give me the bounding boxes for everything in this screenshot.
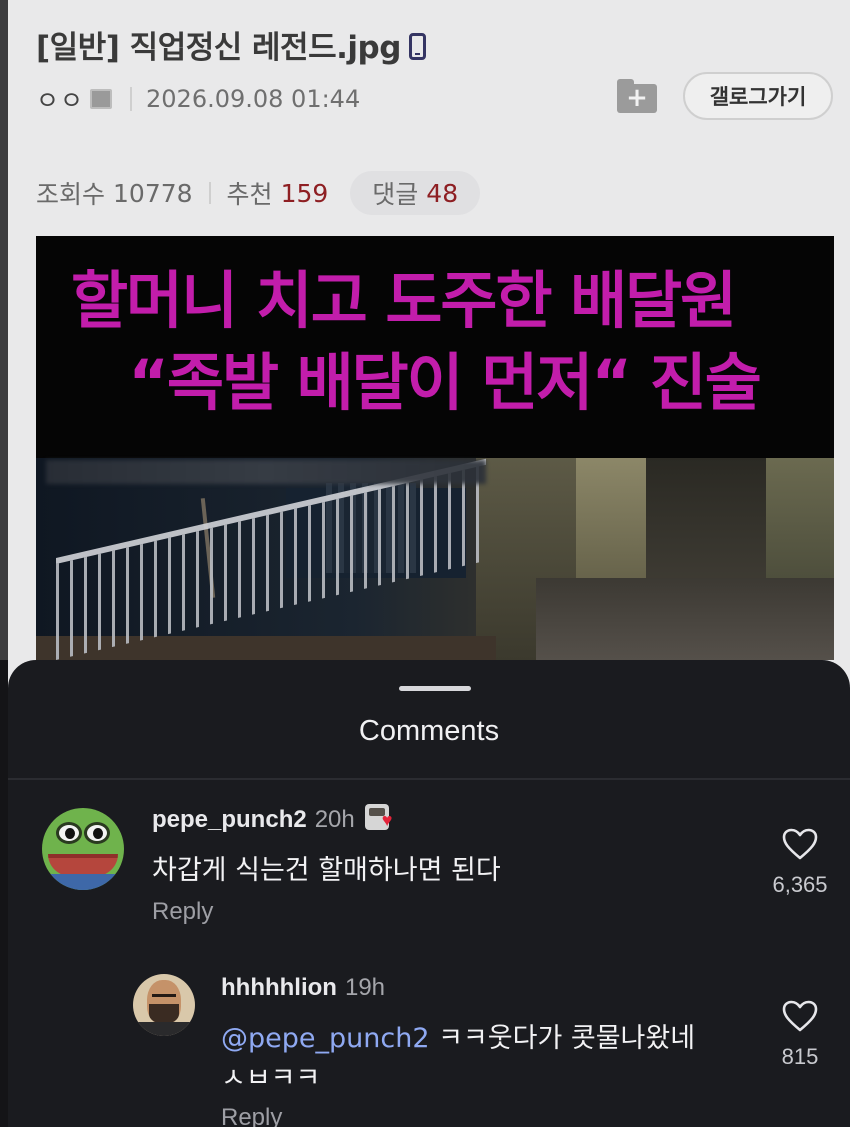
post-meta: ㅇㅇ 2026.09.08 01:44 bbox=[36, 80, 360, 118]
cctv-street bbox=[536, 578, 834, 660]
like-count: 6,365 bbox=[772, 872, 828, 897]
avatar-mouth bbox=[48, 854, 118, 876]
avatar-pepe[interactable] bbox=[42, 808, 124, 890]
views-label: 조회수 bbox=[36, 180, 106, 209]
headline-line-1: 할머니 치고 도주한 배달원 bbox=[71, 264, 737, 337]
comments-count: 48 bbox=[426, 178, 459, 208]
reply-time: 19h bbox=[344, 974, 386, 1001]
meta-divider bbox=[130, 87, 133, 111]
mention-link[interactable]: @pepe_punch2 bbox=[221, 1023, 430, 1054]
comment-username[interactable]: pepe_punch2 20h ♥ bbox=[152, 804, 393, 834]
avatar-eye bbox=[56, 822, 82, 844]
like-heart-icon[interactable] bbox=[782, 828, 818, 860]
like-heart-icon[interactable] bbox=[782, 1000, 818, 1032]
avatar-beard bbox=[149, 1004, 179, 1024]
stats-divider bbox=[208, 182, 211, 204]
post-title: [일반] 직업정신 레전드.jpg bbox=[36, 22, 426, 67]
avatar-eyes bbox=[152, 994, 176, 999]
cctv-railing bbox=[56, 458, 486, 660]
sheet-drag-handle[interactable] bbox=[399, 686, 471, 691]
post-title-text: [일반] 직업정신 레전드.jpg bbox=[36, 30, 401, 66]
views-count: 10778 bbox=[113, 178, 193, 208]
gallog-button[interactable]: 갤로그가기 bbox=[683, 72, 833, 120]
reply-username-text: hhhhhlion bbox=[221, 974, 337, 1001]
folder-plus-icon: + bbox=[617, 84, 657, 113]
news-headline-banner: 할머니 치고 도주한 배달원 “족발 배달이 먼저“ 진술 bbox=[36, 236, 834, 458]
avatar-hhhhhlion[interactable] bbox=[133, 974, 195, 1036]
comments-sheet: Comments pepe_punch2 20h ♥ 차갑게 식는건 할매하나면 된… bbox=[8, 660, 850, 1127]
recommend-label: 추천 bbox=[226, 180, 273, 209]
headline-line-2: “족발 배달이 먼저“ 진술 bbox=[128, 346, 762, 419]
cctv-footage bbox=[36, 458, 834, 660]
sheet-divider bbox=[8, 778, 850, 780]
add-to-folder-button[interactable]: + bbox=[617, 79, 657, 113]
sheet-title: Comments bbox=[358, 715, 500, 747]
reply-text-line-2: ㅅㅂㅋㅋ bbox=[221, 1063, 321, 1094]
reply-text: ㅋㅋ웃다가 콧물나왔네 bbox=[438, 1023, 696, 1054]
recommend-count: 159 bbox=[280, 178, 329, 208]
comment-text: 차갑게 식는건 할매하나면 된다 bbox=[152, 855, 501, 886]
cctv-blurred-overlay bbox=[46, 460, 486, 484]
member-badge-icon bbox=[90, 89, 113, 109]
reply-button[interactable]: Reply bbox=[221, 1104, 282, 1127]
author-name[interactable]: ㅇㅇ bbox=[36, 81, 84, 117]
reply-username[interactable]: hhhhhlion 19h bbox=[221, 974, 385, 1002]
post-image[interactable]: 할머니 치고 도주한 배달원 “족발 배달이 먼저“ 진술 bbox=[36, 236, 834, 660]
comment-username-text: pepe_punch2 bbox=[152, 806, 307, 833]
profile-badge-heart-icon: ♥ bbox=[364, 804, 393, 832]
comments-label: 댓글 bbox=[372, 180, 419, 209]
reply-button[interactable]: Reply bbox=[152, 898, 213, 926]
post-stats: 조회수 10778 추천 159 댓글 48 bbox=[36, 171, 481, 215]
post-date: 2026.09.08 01:44 bbox=[146, 85, 361, 113]
avatar-shirt bbox=[42, 874, 124, 890]
avatar-shirt bbox=[133, 1022, 195, 1036]
avatar-eye bbox=[84, 822, 110, 844]
mobile-phone-icon bbox=[408, 33, 426, 60]
comments-pill-button[interactable]: 댓글 48 bbox=[350, 171, 481, 215]
like-count: 815 bbox=[781, 1044, 819, 1069]
comment-time: 20h bbox=[314, 806, 355, 833]
reply-text-line-1: @pepe_punch2 ㅋㅋ웃다가 콧물나왔네 bbox=[221, 1016, 695, 1055]
badge-heart-icon: ♥ bbox=[381, 810, 393, 830]
left-edge-strip-dark bbox=[0, 660, 8, 1127]
